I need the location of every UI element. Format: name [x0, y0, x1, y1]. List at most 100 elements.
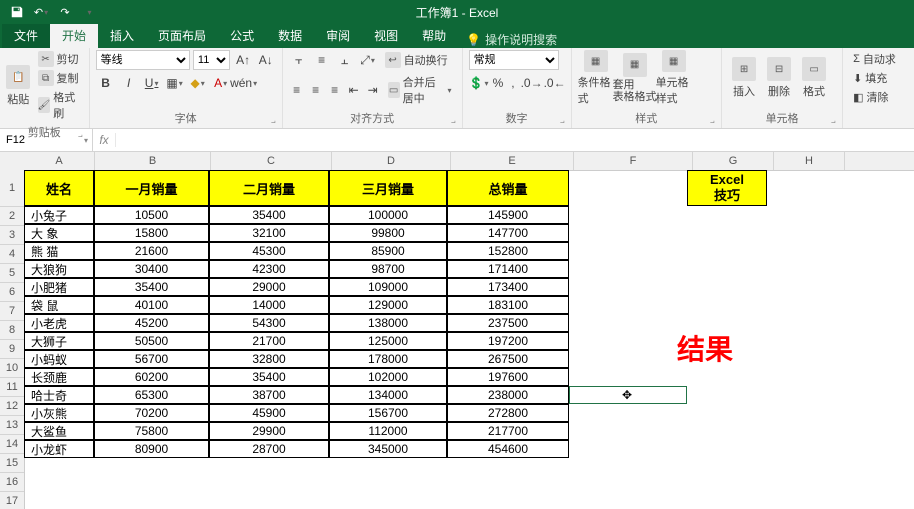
delete-cells-button[interactable]: ⊟删除 — [763, 50, 795, 106]
cell-B8[interactable]: 45200 — [94, 314, 209, 332]
col-header-E[interactable]: E — [451, 152, 574, 170]
cell-B14[interactable]: 75800 — [94, 422, 209, 440]
cell-D5[interactable]: 98700 — [329, 260, 447, 278]
cell-E14[interactable]: 217700 — [447, 422, 569, 440]
tab-data[interactable]: 数据 — [266, 23, 314, 48]
row-header-12[interactable]: 12 — [0, 397, 24, 416]
border-button[interactable]: ▦▾ — [165, 73, 185, 93]
cell-E13[interactable]: 272800 — [447, 404, 569, 422]
fill-color-button[interactable]: ◆▾ — [188, 73, 208, 93]
format-cells-button[interactable]: ▭格式 — [798, 50, 830, 106]
col-header-C[interactable]: C — [211, 152, 332, 170]
row-header-3[interactable]: 3 — [0, 226, 24, 245]
cell-D1[interactable]: 三月销量 — [329, 170, 447, 206]
cell-D8[interactable]: 138000 — [329, 314, 447, 332]
cell-B5[interactable]: 30400 — [94, 260, 209, 278]
indent-dec-button[interactable]: ⇤ — [346, 80, 362, 100]
comma-button[interactable]: , — [507, 73, 518, 93]
cell-E7[interactable]: 183100 — [447, 296, 569, 314]
cell-A11[interactable]: 长颈鹿 — [24, 368, 94, 386]
cell-A7[interactable]: 袋 鼠 — [24, 296, 94, 314]
cell-C13[interactable]: 45900 — [209, 404, 329, 422]
cell-A6[interactable]: 小肥猪 — [24, 278, 94, 296]
tab-formulas[interactable]: 公式 — [218, 23, 266, 48]
align-bottom-button[interactable]: ⫠ — [335, 50, 355, 70]
row-header-15[interactable]: 15 — [0, 454, 24, 473]
row-header-8[interactable]: 8 — [0, 321, 24, 340]
clear-button[interactable]: ◧清除 — [849, 88, 908, 106]
cell-C8[interactable]: 54300 — [209, 314, 329, 332]
cell-C12[interactable]: 38700 — [209, 386, 329, 404]
cell-C10[interactable]: 32800 — [209, 350, 329, 368]
cell-A8[interactable]: 小老虎 — [24, 314, 94, 332]
align-top-button[interactable]: ⫟ — [289, 50, 309, 70]
row-header-6[interactable]: 6 — [0, 283, 24, 302]
cell-B6[interactable]: 35400 — [94, 278, 209, 296]
cell-B15[interactable]: 80900 — [94, 440, 209, 458]
cell-B4[interactable]: 21600 — [94, 242, 209, 260]
row-header-13[interactable]: 13 — [0, 416, 24, 435]
inc-decimal-button[interactable]: .0→ — [522, 73, 542, 93]
align-middle-button[interactable]: ≡ — [312, 50, 332, 70]
row-header-11[interactable]: 11 — [0, 378, 24, 397]
italic-button[interactable]: I — [119, 73, 139, 93]
tab-view[interactable]: 视图 — [362, 23, 410, 48]
cell-B11[interactable]: 60200 — [94, 368, 209, 386]
tab-insert[interactable]: 插入 — [98, 23, 146, 48]
cell-A4[interactable]: 熊 猫 — [24, 242, 94, 260]
cell-D3[interactable]: 99800 — [329, 224, 447, 242]
cell-B12[interactable]: 65300 — [94, 386, 209, 404]
worksheet[interactable]: ABCDEFGH 123456789101112131415161718 姓名一… — [0, 152, 914, 509]
cell-C6[interactable]: 29000 — [209, 278, 329, 296]
tab-home[interactable]: 开始 — [50, 23, 98, 48]
font-size-select[interactable]: 11 — [193, 50, 230, 70]
row-header-9[interactable]: 9 — [0, 340, 24, 359]
cell-D13[interactable]: 156700 — [329, 404, 447, 422]
cell-A5[interactable]: 大狼狗 — [24, 260, 94, 278]
cell-C4[interactable]: 45300 — [209, 242, 329, 260]
tell-me[interactable]: 💡 操作说明搜索 — [458, 31, 565, 48]
cell-D10[interactable]: 178000 — [329, 350, 447, 368]
cell-C1[interactable]: 二月销量 — [209, 170, 329, 206]
col-header-F[interactable]: F — [574, 152, 693, 170]
cell-A13[interactable]: 小灰熊 — [24, 404, 94, 422]
row-header-14[interactable]: 14 — [0, 435, 24, 454]
autosum-button[interactable]: Σ自动求 — [849, 50, 908, 68]
cell-E2[interactable]: 145900 — [447, 206, 569, 224]
col-header-B[interactable]: B — [95, 152, 211, 170]
cell-D12[interactable]: 134000 — [329, 386, 447, 404]
percent-button[interactable]: % — [492, 73, 505, 93]
cell-A3[interactable]: 大 象 — [24, 224, 94, 242]
fill-button[interactable]: ⬇填充 — [849, 69, 908, 87]
cell-A2[interactable]: 小兔子 — [24, 206, 94, 224]
currency-button[interactable]: 💲▾ — [469, 73, 489, 93]
font-name-select[interactable]: 等线 — [96, 50, 190, 70]
phonetic-button[interactable]: wén▾ — [234, 73, 254, 93]
col-header-G[interactable]: G — [693, 152, 774, 170]
cell-A10[interactable]: 小蚂蚁 — [24, 350, 94, 368]
cell-E15[interactable]: 454600 — [447, 440, 569, 458]
undo-icon[interactable]: ↶▾ — [30, 2, 52, 22]
row-header-5[interactable]: 5 — [0, 264, 24, 283]
save-icon[interactable] — [6, 2, 28, 22]
cell-E3[interactable]: 147700 — [447, 224, 569, 242]
cell-D14[interactable]: 112000 — [329, 422, 447, 440]
cell-A1[interactable]: 姓名 — [24, 170, 94, 206]
font-color-button[interactable]: A▾ — [211, 73, 231, 93]
redo-icon[interactable]: ↷ — [54, 2, 76, 22]
cell-B10[interactable]: 56700 — [94, 350, 209, 368]
cell-A9[interactable]: 大狮子 — [24, 332, 94, 350]
dec-decimal-button[interactable]: .0← — [545, 73, 565, 93]
tab-file[interactable]: 文件 — [2, 23, 50, 48]
row-header-17[interactable]: 17 — [0, 492, 24, 509]
cells-grid[interactable]: 姓名一月销量二月销量三月销量总销量Excel 技巧小兔子105003540010… — [24, 170, 914, 509]
cell-C11[interactable]: 35400 — [209, 368, 329, 386]
cell-E5[interactable]: 171400 — [447, 260, 569, 278]
cell-D2[interactable]: 100000 — [329, 206, 447, 224]
insert-cells-button[interactable]: ⊞插入 — [728, 50, 760, 106]
cell-B9[interactable]: 50500 — [94, 332, 209, 350]
cell-C5[interactable]: 42300 — [209, 260, 329, 278]
number-format-select[interactable]: 常规 — [469, 50, 559, 70]
row-header-4[interactable]: 4 — [0, 245, 24, 264]
col-header-H[interactable]: H — [774, 152, 845, 170]
